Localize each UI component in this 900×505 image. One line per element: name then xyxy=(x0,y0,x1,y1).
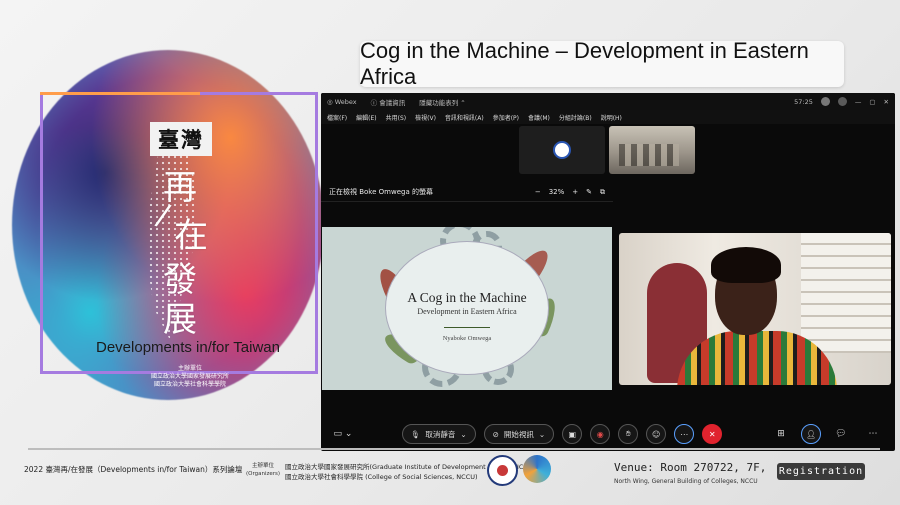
end-call-button[interactable]: ✕ xyxy=(702,424,723,444)
share-icon: ▣ xyxy=(568,429,576,439)
unmute-label: 取消靜音 xyxy=(425,429,456,439)
slide-author: Nyaboke Omwega xyxy=(442,335,492,342)
slide-subheading: Development in Eastern Africa xyxy=(417,307,517,316)
footer-organizers-label: 主辦單位 (Organizers) xyxy=(246,462,280,478)
brand-org-line-2: 國立政治大學社會科學學院 xyxy=(153,381,226,388)
chat-options-button[interactable]: ▭ ⌄ xyxy=(331,425,355,443)
institute-seal-logo xyxy=(487,455,518,486)
footer-org-label-cn: 主辦單位 xyxy=(252,463,275,469)
minimize-icon[interactable]: — xyxy=(855,98,862,106)
start-video-button[interactable]: ⊘ 開始視訊 ⌄ xyxy=(483,424,555,444)
meeting-info-button[interactable]: ⓘ 會議資訊 xyxy=(371,97,406,107)
venue-subtext: North Wing, General Building of Colleges… xyxy=(614,478,758,485)
share-toolbar: 正在檢視 Boke Omwega 的螢幕 − 32% + ✎ ⧉ xyxy=(321,183,613,201)
zoom-out-button[interactable]: − xyxy=(535,188,541,196)
participants-icon: 👤︎ xyxy=(805,429,817,439)
chevron-down-icon: ⌄ xyxy=(538,429,546,439)
participant-thumbnail-logo[interactable] xyxy=(519,126,605,174)
menu-audio-video[interactable]: 音訊和視訊(A) xyxy=(445,113,484,122)
slide-divider xyxy=(444,327,490,328)
menu-help[interactable]: 說明(H) xyxy=(601,113,622,122)
brand-cn-title: 臺灣 xyxy=(150,122,212,156)
menu-view[interactable]: 檢視(V) xyxy=(415,113,436,122)
record-icon: ◉ xyxy=(596,429,604,439)
camera-off-icon: ⊘ xyxy=(492,429,499,439)
menu-file[interactable]: 檔案(F) xyxy=(327,113,347,122)
apps-button[interactable]: ⊞ xyxy=(769,425,793,443)
brand-organizers: 主辦單位 國立政治大學國家發展研究所 國立政治大學社會科學學院 xyxy=(135,365,245,389)
popout-icon[interactable]: ⧉ xyxy=(600,188,605,197)
presentation-title: Cog in the Machine – Development in East… xyxy=(360,38,844,89)
zoom-in-button[interactable]: + xyxy=(572,188,578,196)
unmute-button[interactable]: 🎙︎ 取消靜音 ⌄ xyxy=(401,424,476,444)
participant-thumbnails xyxy=(519,126,695,174)
close-icon[interactable]: ✕ xyxy=(884,98,889,106)
speaker-video[interactable] xyxy=(619,233,891,385)
menu-meeting[interactable]: 會議(M) xyxy=(528,113,550,122)
participants-button[interactable]: 👤︎ xyxy=(801,424,822,444)
college-logo xyxy=(523,455,551,483)
venue-text: Venue: Room 270722, 7F, xyxy=(614,461,767,474)
overflow-button[interactable]: ⋯ xyxy=(861,425,885,443)
footer-series-title: 2022 臺灣再/在發展（Developments in/for Taiwan）… xyxy=(24,465,243,474)
more-options-button[interactable]: ⋯ xyxy=(674,424,695,444)
brand-org-line-1: 國立政治大學國家發展研究所 xyxy=(150,373,229,380)
brand-en-title: Developments in/for Taiwan xyxy=(96,339,280,356)
participant-thumbnail-room[interactable] xyxy=(609,126,695,174)
chevron-down-icon: ⌄ xyxy=(344,429,353,439)
ellipsis-icon: ⋯ xyxy=(868,429,878,439)
menu-share[interactable]: 共用(S) xyxy=(386,113,407,122)
meeting-controls: ▭ ⌄ 🎙︎ 取消靜音 ⌄ ⊘ 開始視訊 ⌄ ▣ ◉ ✋︎ ☺ ⋯ ✕ ⊞ 👤︎… xyxy=(321,421,895,447)
brand-cn-char-2: 在 xyxy=(174,216,208,256)
menu-breakout[interactable]: 分組討論(B) xyxy=(559,113,592,122)
microphone-muted-icon: 🎙︎ xyxy=(410,429,421,439)
start-video-label: 開始視訊 xyxy=(503,429,534,439)
brand-org-label: 主辦單位 xyxy=(177,365,202,372)
user-avatar-icon[interactable] xyxy=(820,97,830,106)
menu-edit[interactable]: 編輯(E) xyxy=(356,113,376,122)
more-icon: ⋯ xyxy=(680,429,689,439)
footer-divider xyxy=(28,448,880,450)
end-call-icon: ✕ xyxy=(708,429,716,439)
hide-menu-button[interactable]: 隱藏功能表列 ⌃ xyxy=(419,97,466,107)
reactions-button[interactable]: ☺ xyxy=(646,424,667,444)
share-screen-button[interactable]: ▣ xyxy=(562,424,583,444)
meeting-clock: 57:25 xyxy=(794,97,813,106)
menu-participants[interactable]: 參加者(P) xyxy=(493,113,519,122)
university-logo-icon xyxy=(553,141,571,159)
brand-cn-char-4: 展 xyxy=(163,300,197,340)
chevron-down-icon: ⌄ xyxy=(460,429,467,439)
webex-titlebar: ◎ Webex ⓘ 會議資訊 隱藏功能表列 ⌃ 57:25 — ▢ ✕ xyxy=(321,93,895,110)
footer-org-label-en: (Organizers) xyxy=(246,471,281,477)
status-icon[interactable] xyxy=(837,97,847,106)
chat-icon: 💬︎ xyxy=(835,429,847,439)
brand-frame-accent xyxy=(40,92,200,95)
share-divider xyxy=(321,201,613,202)
registration-button[interactable]: Registration xyxy=(777,463,865,480)
record-button[interactable]: ◉ xyxy=(590,424,611,444)
share-label: 正在檢視 Boke Omwega 的螢幕 xyxy=(329,188,433,196)
speaker-hair xyxy=(711,247,781,283)
shared-screen[interactable]: A Cog in the Machine Development in East… xyxy=(322,227,612,390)
zoom-level: 32% xyxy=(548,188,565,196)
webex-app-name: ◎ Webex xyxy=(327,97,357,106)
chat-button[interactable]: 💬︎ xyxy=(829,425,853,443)
caption-icon: ▭ xyxy=(333,429,343,439)
hand-icon: ✋︎ xyxy=(625,429,631,438)
maximize-icon[interactable]: ▢ xyxy=(869,98,875,106)
webex-window: ◎ Webex ⓘ 會議資訊 隱藏功能表列 ⌃ 57:25 — ▢ ✕ 檔案(F… xyxy=(321,93,895,451)
emoji-icon: ☺ xyxy=(652,429,661,439)
raise-hand-button[interactable]: ✋︎ xyxy=(618,424,639,444)
slide-heading: A Cog in the Machine xyxy=(407,290,527,305)
webex-menubar: 檔案(F) 編輯(E) 共用(S) 檢視(V) 音訊和視訊(A) 參加者(P) … xyxy=(321,110,895,124)
apps-icon: ⊞ xyxy=(777,429,785,439)
annotate-icon[interactable]: ✎ xyxy=(586,188,592,196)
speaker-background-window xyxy=(801,233,891,353)
